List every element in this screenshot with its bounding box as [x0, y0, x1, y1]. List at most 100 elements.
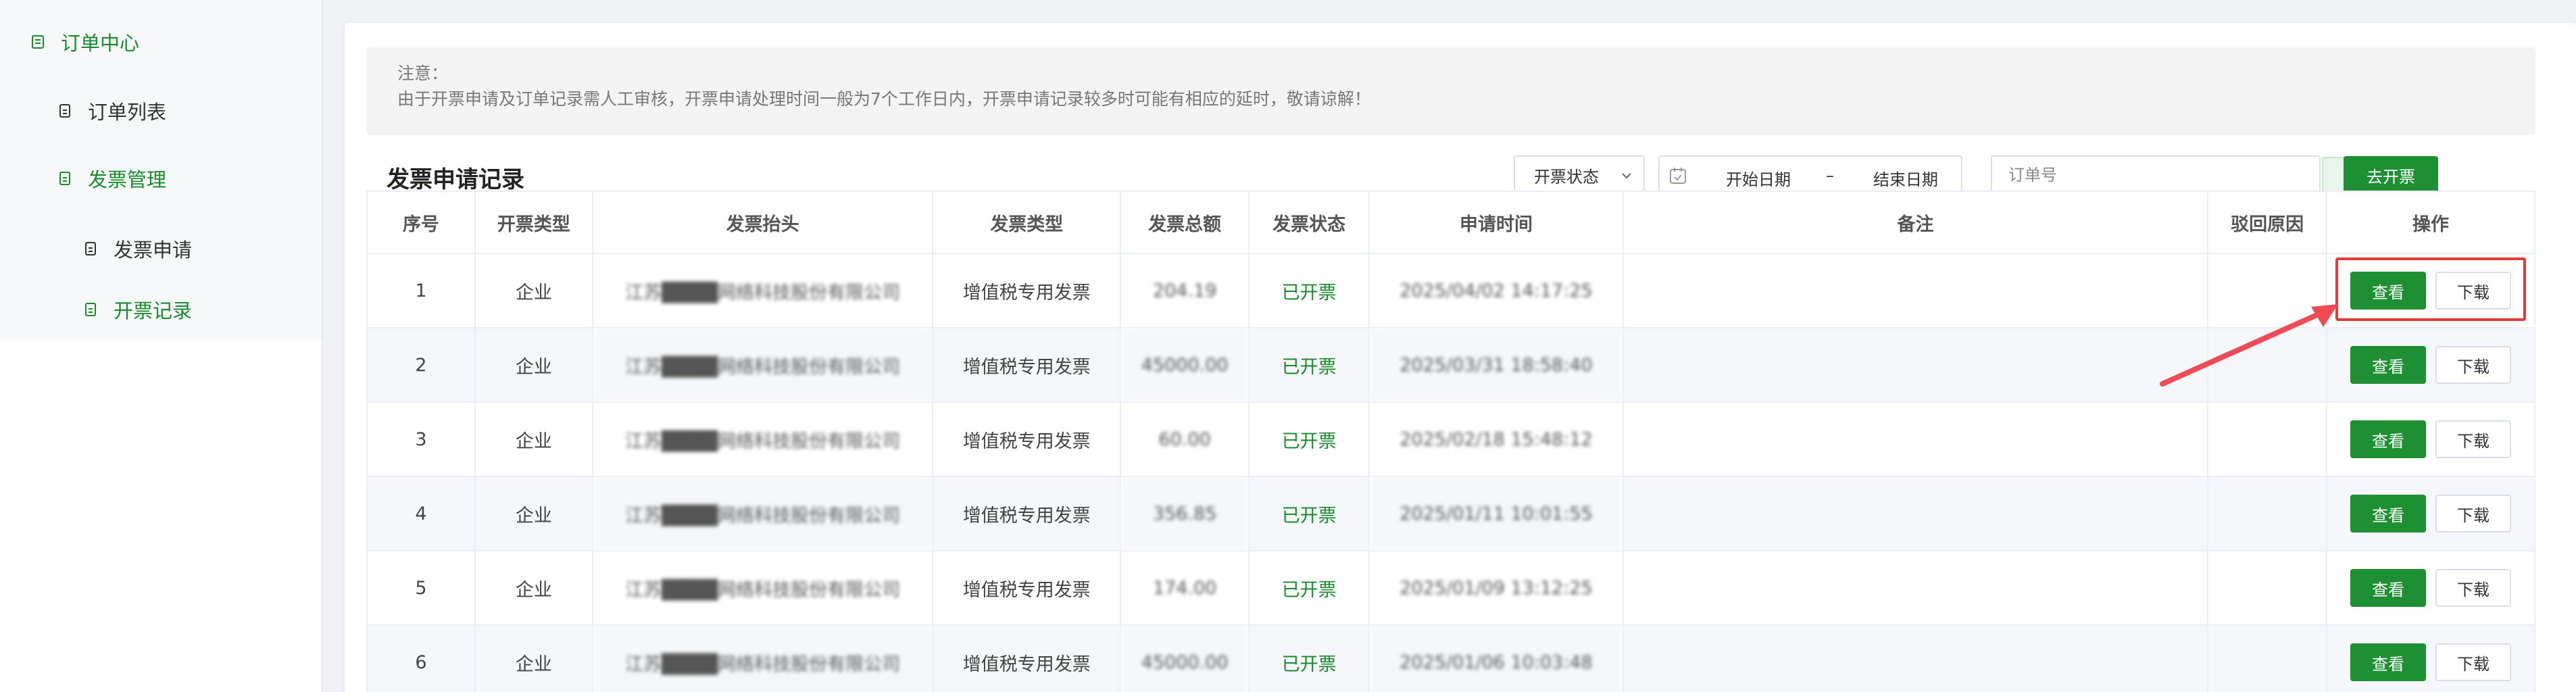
col-header-status: 发票状态	[1248, 191, 1370, 254]
cell-title: 江苏████网络科技股份有限公司	[591, 401, 934, 477]
cell-remark	[1622, 253, 2209, 328]
invoice-icon	[57, 170, 73, 187]
view-button[interactable]: 查看	[2350, 346, 2427, 384]
col-header-reject: 驳回原因	[2207, 191, 2328, 254]
sidebar: 订单中心 订单列表 发票管理 发票申请 开票记录	[0, 0, 323, 692]
col-header-type: 开票类型	[474, 191, 593, 254]
download-button[interactable]: 下载	[2435, 272, 2512, 310]
cell-type: 企业	[474, 624, 593, 692]
cell-no: 5	[366, 550, 476, 626]
col-header-actions: 操作	[2326, 191, 2535, 254]
sidebar-item-label: 订单中心	[61, 32, 140, 55]
view-button[interactable]: 查看	[2350, 272, 2427, 310]
cell-amount: 60.00	[1120, 401, 1250, 477]
main-card: 注意： 由于开票申请及订单记录需人工审核，开票申请处理时间一般为7个工作日内，开…	[345, 23, 2576, 692]
download-button[interactable]: 下载	[2435, 643, 2512, 681]
cell-type: 企业	[474, 550, 593, 626]
table-row: 1 企业 江苏████网络科技股份有限公司 增值税专用发票 204.19 已开票…	[366, 253, 2535, 328]
notice-title: 注意：	[397, 64, 449, 83]
download-button[interactable]: 下载	[2435, 420, 2512, 458]
cell-no: 3	[366, 401, 476, 477]
end-date-input[interactable]: 结束日期	[1873, 166, 1938, 190]
sidebar-menu: 订单中心 订单列表 发票管理 发票申请 开票记录	[0, 0, 322, 341]
cell-status: 已开票	[1248, 624, 1370, 692]
cell-reject	[2207, 476, 2328, 551]
table-row: 2 企业 江苏████网络科技股份有限公司 增值税专用发票 45000.00 已…	[366, 327, 2535, 403]
cell-reject	[2207, 624, 2328, 692]
record-icon	[82, 301, 99, 318]
chevron-down-icon	[1622, 173, 1631, 179]
order-number-input[interactable]	[1991, 155, 2321, 195]
view-button[interactable]: 查看	[2350, 495, 2427, 533]
cell-remark	[1622, 550, 2209, 626]
col-header-invoice-type: 发票类型	[932, 191, 1122, 254]
cell-no: 4	[366, 476, 476, 551]
download-button[interactable]: 下载	[2435, 569, 2512, 607]
list-icon	[57, 103, 73, 119]
table-row: 6 企业 江苏████网络科技股份有限公司 增值税专用发票 45000.00 已…	[366, 624, 2535, 692]
cell-reject	[2207, 253, 2328, 328]
cell-remark	[1622, 327, 2209, 403]
sidebar-item-invoice-apply[interactable]: 发票申请	[82, 232, 192, 265]
invoice-status-select[interactable]: 开票状态	[1514, 155, 1645, 195]
cell-type: 企业	[474, 253, 593, 328]
col-header-amount: 发票总额	[1120, 191, 1250, 254]
notice-banner: 注意： 由于开票申请及订单记录需人工审核，开票申请处理时间一般为7个工作日内，开…	[366, 47, 2535, 135]
view-button[interactable]: 查看	[2350, 569, 2427, 607]
cell-title: 江苏████网络科技股份有限公司	[591, 253, 934, 328]
date-separator: –	[1826, 166, 1834, 185]
cell-title: 江苏████网络科技股份有限公司	[591, 476, 934, 551]
download-button[interactable]: 下载	[2435, 495, 2512, 533]
cell-invoice-type: 增值税专用发票	[932, 550, 1122, 626]
cell-status: 已开票	[1248, 327, 1370, 403]
cell-invoice-type: 增值税专用发票	[932, 476, 1122, 551]
cell-amount: 174.00	[1120, 550, 1250, 626]
select-value: 开票状态	[1534, 167, 1599, 187]
cell-time: 2025/01/06 10:03:48	[1368, 624, 1624, 692]
date-range-picker[interactable]: 开始日期 – 结束日期	[1658, 155, 1962, 195]
sidebar-empty-area	[0, 341, 322, 692]
col-header-title: 发票抬头	[591, 191, 934, 254]
cell-type: 企业	[474, 327, 593, 403]
cell-invoice-type: 增值税专用发票	[932, 624, 1122, 692]
go-invoice-button[interactable]: 去开票	[2344, 156, 2438, 194]
cell-reject	[2207, 550, 2328, 626]
view-button[interactable]: 查看	[2350, 420, 2427, 458]
cell-status: 已开票	[1248, 401, 1370, 477]
cell-amount: 356.85	[1120, 476, 1250, 551]
cell-time: 2025/04/02 14:17:25	[1368, 253, 1624, 328]
cell-time: 2025/03/31 18:58:40	[1368, 327, 1624, 403]
cell-actions: 查看 下载	[2326, 476, 2535, 551]
sidebar-item-label: 开票记录	[114, 299, 193, 322]
cell-invoice-type: 增值税专用发票	[932, 327, 1122, 403]
cell-time: 2025/01/09 13:12:25	[1368, 550, 1624, 626]
calendar-icon	[1670, 168, 1686, 184]
download-button[interactable]: 下载	[2435, 346, 2512, 384]
sidebar-item-label: 发票申请	[114, 239, 193, 262]
sidebar-item-order-center[interactable]: 订单中心	[30, 26, 139, 58]
notice-text: 由于开票申请及订单记录需人工审核，开票申请处理时间一般为7个工作日内，开票申请记…	[397, 89, 1371, 109]
cell-remark	[1622, 476, 2209, 551]
document-icon	[30, 34, 46, 50]
cell-status: 已开票	[1248, 253, 1370, 328]
cell-actions: 查看 下载	[2326, 327, 2535, 403]
start-date-input[interactable]: 开始日期	[1726, 166, 1791, 190]
sidebar-item-invoice-record[interactable]: 开票记录	[82, 293, 192, 326]
view-button[interactable]: 查看	[2350, 643, 2427, 681]
cell-title: 江苏████网络科技股份有限公司	[591, 327, 934, 403]
cell-status: 已开票	[1248, 550, 1370, 626]
sidebar-item-invoice-management[interactable]: 发票管理	[57, 162, 166, 195]
cell-time: 2025/01/11 10:01:55	[1368, 476, 1624, 551]
table-row: 4 企业 江苏████网络科技股份有限公司 增值税专用发票 356.85 已开票…	[366, 476, 2535, 551]
cell-time: 2025/02/18 15:48:12	[1368, 401, 1624, 477]
cell-no: 6	[366, 624, 476, 692]
cell-title: 江苏████网络科技股份有限公司	[591, 624, 934, 692]
cell-actions: 查看 下载	[2326, 624, 2535, 692]
cell-status: 已开票	[1248, 476, 1370, 551]
col-header-no: 序号	[366, 191, 476, 254]
sidebar-item-order-list[interactable]: 订单列表	[57, 95, 166, 127]
invoice-record-table: 序号 开票类型 发票抬头 发票类型 发票总额 发票状态 申请时间 备注 驳回原因…	[366, 191, 2535, 692]
cell-actions: 查看 下载	[2326, 253, 2535, 328]
cell-amount: 45000.00	[1120, 624, 1250, 692]
cell-invoice-type: 增值税专用发票	[932, 401, 1122, 477]
